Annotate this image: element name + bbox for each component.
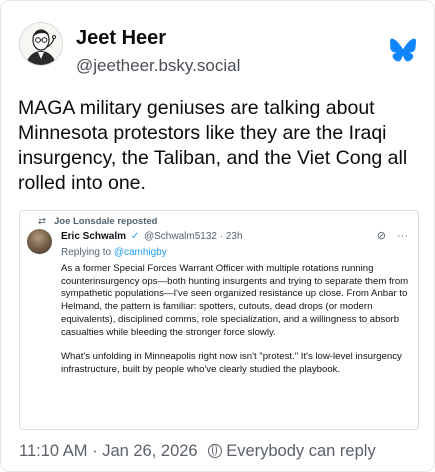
author-handle[interactable]: @jeetheer.bsky.social bbox=[76, 56, 240, 76]
footer-separator: · bbox=[92, 442, 98, 460]
globe-icon bbox=[208, 444, 223, 458]
repost-label: Joe Lonsdale reposted bbox=[54, 216, 158, 227]
reply-setting: Everybody can reply bbox=[226, 442, 376, 460]
inner-post-paragraph-2: What's unfolding in Minneapolis right no… bbox=[61, 351, 402, 375]
replying-mention: @camhigby bbox=[113, 247, 167, 258]
post-card: Jeet Heer @jeetheer.bsky.social MAGA mil… bbox=[0, 0, 435, 472]
replying-label: Replying to bbox=[61, 247, 112, 258]
verified-badge-icon: ✓ bbox=[130, 231, 140, 242]
post-time[interactable]: 11:10 AM bbox=[19, 442, 88, 460]
inner-author-avatar bbox=[27, 229, 52, 254]
inner-post-header: Eric Schwalm ✓ @Schwalm5132 · 23h bbox=[61, 231, 243, 242]
replying-to-line: Replying to @camhigby bbox=[61, 247, 167, 258]
post-date[interactable]: Jan 26, 2026 bbox=[102, 442, 197, 460]
more-options-icon: ··· bbox=[397, 230, 408, 242]
grok-icon: ⊘ bbox=[376, 230, 386, 242]
author-avatar[interactable] bbox=[19, 22, 63, 66]
inner-post-paragraph-1: As a former Special Forces Warrant Offic… bbox=[61, 263, 409, 338]
author-name[interactable]: Jeet Heer bbox=[76, 27, 166, 50]
repost-icon: ⇄ bbox=[38, 216, 46, 227]
embedded-screenshot[interactable]: ⇄ Joe Lonsdale reposted Eric Schwalm ✓ @S… bbox=[19, 210, 419, 430]
inner-author-name: Eric Schwalm bbox=[61, 231, 127, 242]
inner-post-body: As a former Special Forces Warrant Offic… bbox=[61, 263, 411, 389]
inner-author-handle: @Schwalm5132 bbox=[143, 231, 217, 242]
bluesky-butterfly-icon bbox=[390, 38, 416, 62]
cartoon-portrait-avatar bbox=[20, 23, 62, 65]
inner-separator: · bbox=[219, 231, 224, 242]
repost-line: ⇄ Joe Lonsdale reposted bbox=[38, 216, 157, 227]
post-footer: 11:10 AM · Jan 26, 2026 Everybody can re… bbox=[19, 442, 376, 461]
post-text: MAGA military geniuses are talking about… bbox=[18, 97, 408, 194]
inner-post-time: 23h bbox=[225, 231, 243, 242]
inner-post-actions: ⊘ ··· bbox=[369, 229, 408, 242]
